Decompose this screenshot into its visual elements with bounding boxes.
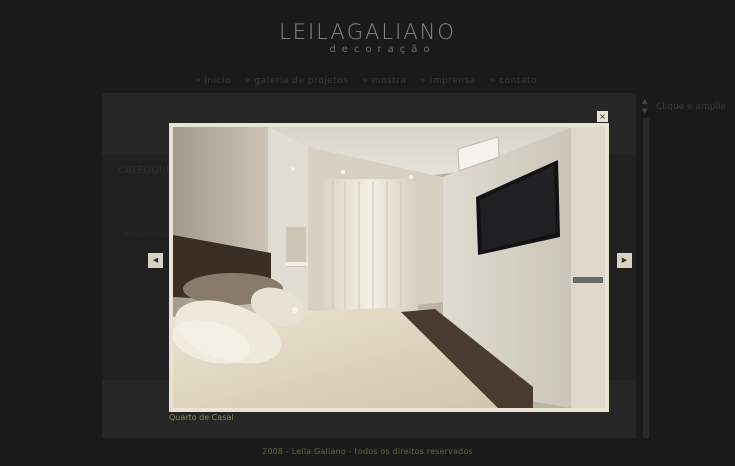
footer-text: 2008 - Leila Galiano - todos os direitos… xyxy=(262,447,473,456)
prev-arrow-icon[interactable]: ◀ xyxy=(148,253,163,268)
site-logo[interactable]: LEILAGALIANO decoração xyxy=(0,20,735,55)
logo-name-last: GALIANO xyxy=(346,20,456,44)
section-title: CATEGORIA xyxy=(118,165,176,176)
side-link[interactable]: Clique e amplie xyxy=(656,102,726,112)
logo-name: LEILAGALIANO xyxy=(0,20,735,44)
logo-name-first: LEILA xyxy=(279,20,347,44)
nav-item-mostra[interactable]: mostra xyxy=(362,76,406,86)
nav-item-contato[interactable]: contato xyxy=(490,76,537,86)
nav-item-imprensa[interactable]: imprensa xyxy=(420,76,475,86)
section-text: Residencial xyxy=(123,230,169,239)
nav-item-inicio[interactable]: inicio xyxy=(195,76,231,86)
bedroom-photo[interactable] xyxy=(173,127,605,408)
scroll-arrows-icon[interactable]: ▲ ▼ xyxy=(642,96,647,116)
image-caption: Quarto de Casal xyxy=(169,413,234,422)
logo-subtitle: decoração xyxy=(329,44,436,55)
main-nav: inicio galeria de projetos mostra impren… xyxy=(195,76,537,86)
close-icon[interactable]: × xyxy=(597,111,608,122)
nav-item-galeria[interactable]: galeria de projetos xyxy=(245,76,348,86)
scrollbar[interactable] xyxy=(643,118,649,438)
photo-image xyxy=(173,127,605,408)
next-arrow-icon[interactable]: ▶ xyxy=(617,253,632,268)
lightbox-frame xyxy=(169,123,609,412)
